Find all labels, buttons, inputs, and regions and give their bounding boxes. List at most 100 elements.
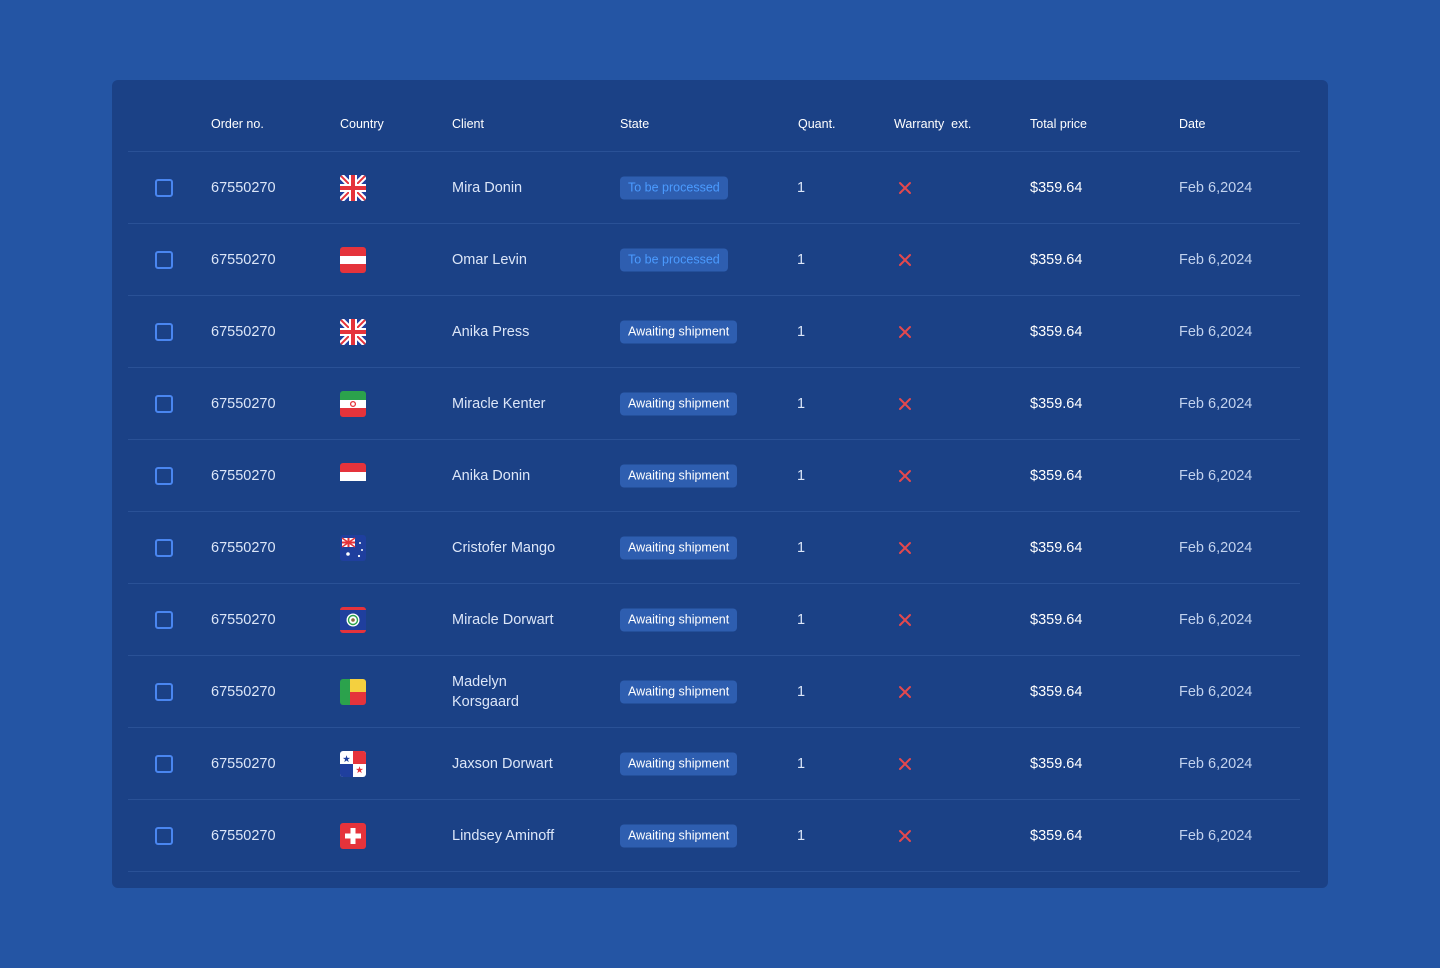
state-badge: Awaiting shipment (620, 608, 738, 631)
quantity: 1 (797, 467, 806, 484)
benin-flag-icon (340, 678, 366, 705)
table-row[interactable]: 67550270 Miracle Dorwart Awaiting shipment… (128, 584, 1300, 656)
cross-icon (898, 469, 912, 483)
total-price: $359.64 (1030, 467, 1083, 484)
row-checkbox[interactable] (155, 466, 173, 485)
state-badge: Awaiting shipment (620, 824, 738, 847)
cross-icon (898, 541, 912, 555)
table-row[interactable]: 67550270 Jaxson Dorwart Awaiting shipment 1… (128, 728, 1300, 800)
state-badge: Awaiting shipment (620, 320, 738, 343)
client-name: Lindsey Aminoff (452, 827, 555, 844)
row-checkbox[interactable] (155, 682, 173, 701)
state-cell: Awaiting shipment (620, 536, 738, 559)
order-date: Feb 6,2024 (1179, 251, 1253, 268)
row-checkbox[interactable] (155, 250, 173, 269)
table-row[interactable]: 67550270 Mira Donin To be processed 1 $359.6… (128, 152, 1300, 224)
order-number: 67550270 (211, 755, 276, 772)
switzerland-flag-icon (340, 822, 366, 849)
row-checkbox[interactable] (155, 610, 173, 629)
quantity: 1 (797, 251, 806, 268)
column-price[interactable]: Total price (1030, 117, 1087, 131)
state-badge: Awaiting shipment (620, 464, 738, 487)
order-date: Feb 6,2024 (1179, 539, 1253, 556)
row-checkbox[interactable] (155, 178, 173, 197)
cross-icon (898, 685, 912, 699)
order-number: 67550270 (211, 827, 276, 844)
table-body: 67550270 Mira Donin To be processed 1 $359.6… (128, 152, 1300, 872)
quantity: 1 (797, 755, 806, 772)
state-cell: Awaiting shipment (620, 320, 738, 343)
quantity: 1 (797, 323, 806, 340)
state-cell: To be processed (620, 176, 728, 199)
cross-icon (898, 829, 912, 843)
order-number: 67550270 (211, 251, 276, 268)
order-date: Feb 6,2024 (1179, 467, 1253, 484)
row-checkbox[interactable] (155, 826, 173, 845)
order-date: Feb 6,2024 (1179, 395, 1253, 412)
client-name: Cristofer Mango (452, 539, 556, 556)
quantity: 1 (797, 611, 806, 628)
orders-card: Order no. Country Client State Quant. Wa… (112, 80, 1328, 888)
order-number: 67550270 (211, 467, 276, 484)
column-date[interactable]: Date (1179, 117, 1205, 131)
quantity: 1 (797, 539, 806, 556)
total-price: $359.64 (1030, 395, 1083, 412)
total-price: $359.64 (1030, 827, 1083, 844)
total-price: $359.64 (1030, 683, 1083, 700)
iran-flag-icon (340, 390, 366, 417)
state-badge: To be processed (620, 248, 728, 271)
cross-icon (898, 397, 912, 411)
table-header: Order no. Country Client State Quant. Wa… (128, 80, 1300, 152)
client-name: Omar Levin (452, 251, 527, 268)
client-name: Miracle Kenter (452, 395, 546, 412)
total-price: $359.64 (1030, 251, 1083, 268)
client-name: Miracle Dorwart (452, 611, 554, 628)
quantity: 1 (797, 683, 806, 700)
client-name: Mira Donin (452, 179, 523, 196)
row-checkbox[interactable] (155, 322, 173, 341)
total-price: $359.64 (1030, 611, 1083, 628)
state-cell: Awaiting shipment (620, 824, 738, 847)
column-warranty[interactable]: Warranty ext. (894, 117, 971, 131)
column-order[interactable]: Order no. (211, 117, 264, 131)
total-price: $359.64 (1030, 539, 1083, 556)
total-price: $359.64 (1030, 179, 1083, 196)
client-name: Madelyn Korsgaard (452, 673, 519, 710)
state-badge: Awaiting shipment (620, 392, 738, 415)
column-quantity[interactable]: Quant. (798, 117, 836, 131)
cross-icon (898, 757, 912, 771)
state-cell: Awaiting shipment (620, 392, 738, 415)
quantity: 1 (797, 395, 806, 412)
table-row[interactable]: 67550270 Anika Donin Awaiting shipment 1 $35… (128, 440, 1300, 512)
table-row[interactable]: 67550270 Omar Levin To be processed 1 $359.6… (128, 224, 1300, 296)
state-cell: Awaiting shipment (620, 608, 738, 631)
table-row[interactable]: 67550270 Anika Press Awaiting shipment 1 $35… (128, 296, 1300, 368)
cross-icon (898, 325, 912, 339)
row-checkbox[interactable] (155, 754, 173, 773)
column-country[interactable]: Country (340, 117, 384, 131)
client-name: Anika Donin (452, 467, 531, 484)
australia-flag-icon (340, 534, 366, 561)
indonesia-flag-icon (340, 462, 366, 489)
state-cell: Awaiting shipment (620, 752, 738, 775)
order-date: Feb 6,2024 (1179, 179, 1253, 196)
table-row[interactable]: 67550270 Madelyn Korsgaard Awaiting shipme… (128, 656, 1300, 728)
order-number: 67550270 (211, 323, 276, 340)
table-row[interactable]: 67550270 Cristofer Mango Awaiting shipment… (128, 512, 1300, 584)
order-date: Feb 6,2024 (1179, 611, 1253, 628)
cross-icon (898, 181, 912, 195)
state-cell: To be processed (620, 248, 728, 271)
table-row[interactable]: 67550270 Lindsey Aminoff Awaiting shipment… (128, 800, 1300, 872)
cross-icon (898, 613, 912, 627)
state-badge: Awaiting shipment (620, 680, 738, 703)
row-checkbox[interactable] (155, 394, 173, 413)
table-row[interactable]: 67550270 Miracle Kenter Awaiting shipment 1… (128, 368, 1300, 440)
cross-icon (898, 253, 912, 267)
total-price: $359.64 (1030, 755, 1083, 772)
column-client[interactable]: Client (452, 117, 484, 131)
column-state[interactable]: State (620, 117, 649, 131)
quantity: 1 (797, 827, 806, 844)
row-checkbox[interactable] (155, 538, 173, 557)
panama-flag-icon (340, 750, 366, 777)
uk-flag-icon (340, 318, 366, 345)
